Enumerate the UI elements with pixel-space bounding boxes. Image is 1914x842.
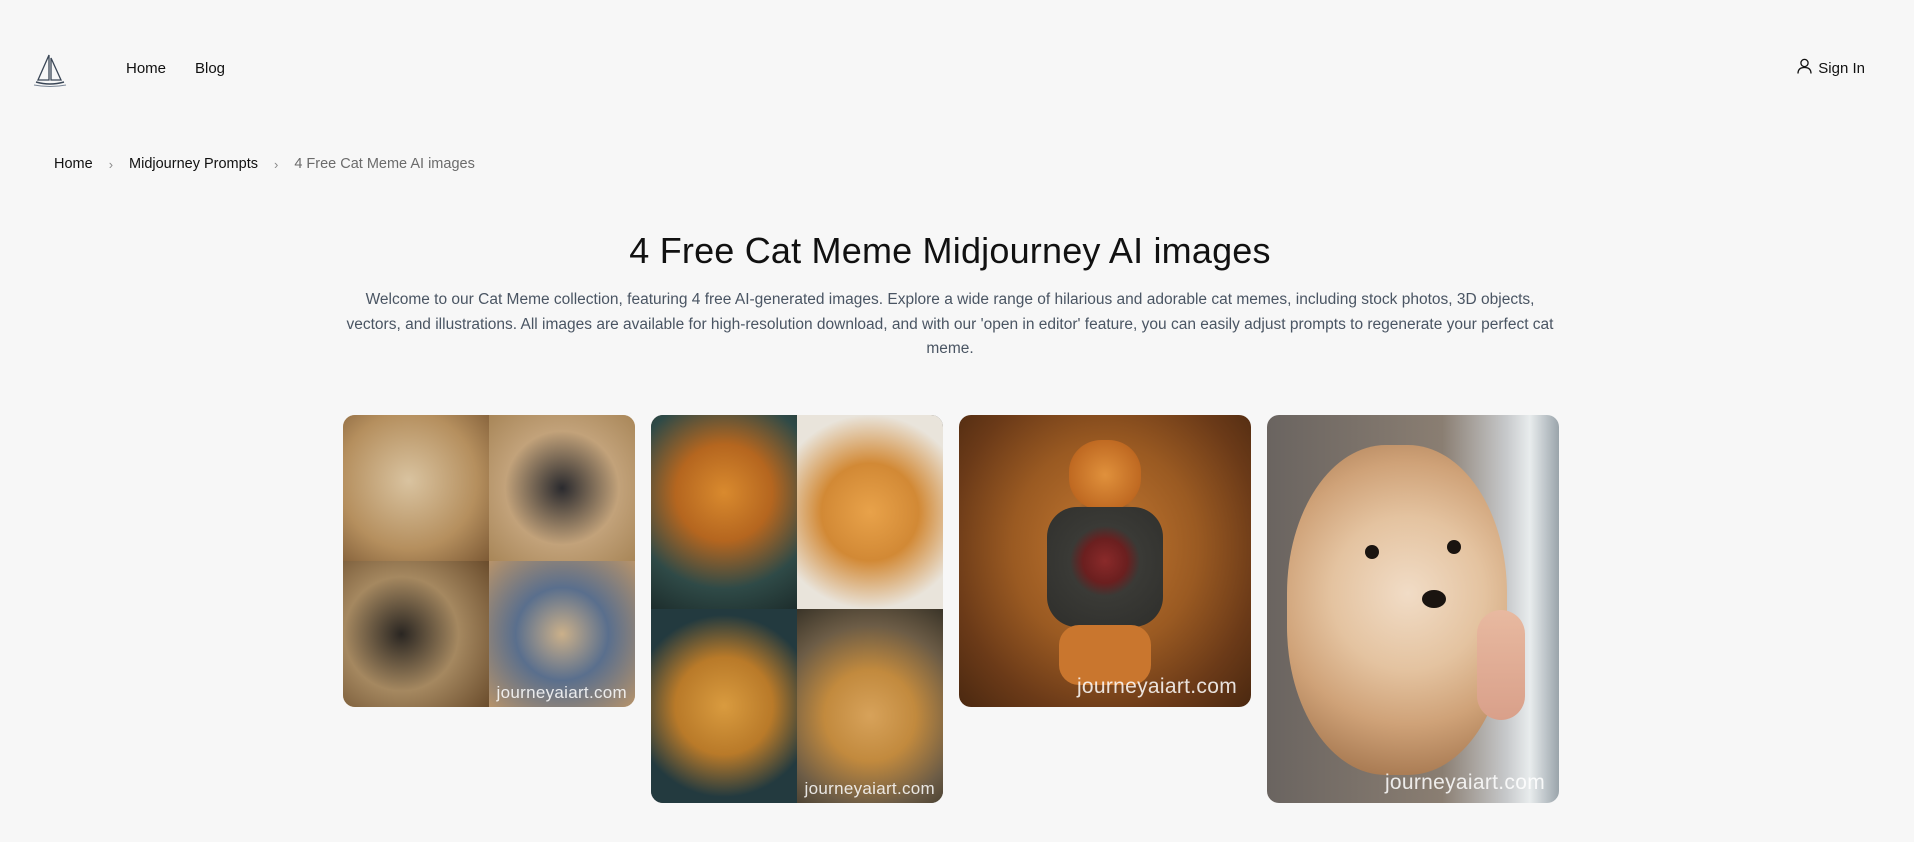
- gallery-image-card[interactable]: journeyaiart.com: [343, 415, 635, 707]
- image-tile: [1477, 610, 1525, 720]
- nav-blog-link[interactable]: Blog: [195, 60, 225, 77]
- nav-home-link[interactable]: Home: [126, 60, 166, 77]
- sailboat-logo-icon[interactable]: [32, 52, 68, 88]
- breadcrumb-current: 4 Free Cat Meme AI images: [294, 156, 475, 172]
- breadcrumb-home-link[interactable]: Home: [54, 156, 93, 172]
- sign-in-button[interactable]: Sign In: [1797, 58, 1865, 78]
- image-tile: [343, 415, 489, 561]
- image-tile: [1447, 540, 1461, 554]
- chevron-right-icon: ›: [273, 156, 279, 172]
- gallery-image-card[interactable]: journeyaiart.com: [959, 415, 1251, 707]
- gallery-image-card[interactable]: journeyaiart.com: [1267, 415, 1559, 803]
- image-watermark: journeyaiart.com: [1384, 771, 1545, 794]
- image-tile: [489, 415, 635, 561]
- image-tile: [1365, 545, 1379, 559]
- image-tile: [343, 561, 489, 707]
- sign-in-label: Sign In: [1818, 59, 1865, 77]
- image-tile: [1287, 445, 1507, 775]
- page-title: 4 Free Cat Meme Midjourney AI images: [629, 230, 1271, 271]
- breadcrumb-category-link[interactable]: Midjourney Prompts: [129, 156, 258, 172]
- image-watermark: journeyaiart.com: [804, 779, 935, 798]
- image-tile: [797, 609, 943, 803]
- image-watermark: journeyaiart.com: [1076, 675, 1237, 698]
- image-tile: [1069, 440, 1141, 510]
- image-tile: [651, 415, 797, 609]
- top-header: Home Blog Sign In: [0, 0, 1914, 140]
- image-tile: [1422, 590, 1446, 608]
- page-description: Welcome to our Cat Meme collection, feat…: [346, 291, 1554, 357]
- gallery-image-card[interactable]: journeyaiart.com: [651, 415, 943, 803]
- image-watermark: journeyaiart.com: [496, 683, 627, 702]
- image-tile: [651, 609, 797, 803]
- image-tile: [1047, 507, 1163, 627]
- image-tile: [797, 415, 943, 609]
- user-icon: [1797, 58, 1812, 78]
- breadcrumb: Home › Midjourney Prompts › 4 Free Cat M…: [54, 156, 475, 172]
- chevron-right-icon: ›: [108, 156, 114, 172]
